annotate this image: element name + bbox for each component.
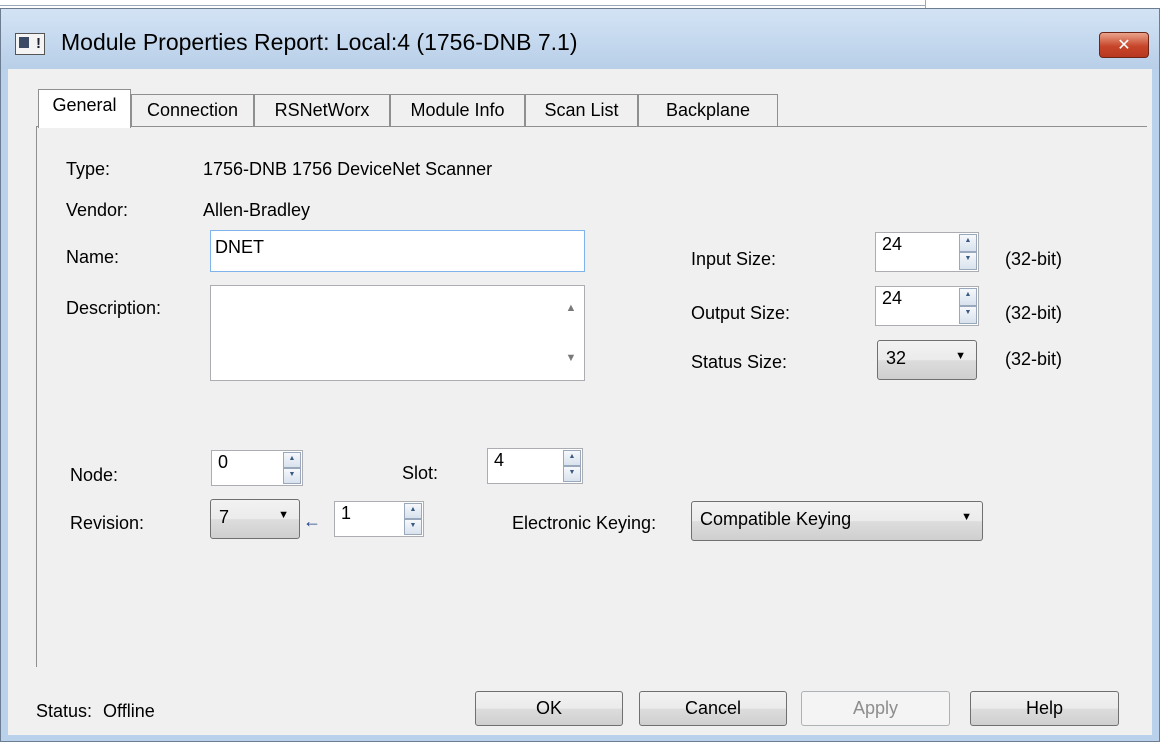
tab-rsnetworx[interactable]: RSNetWorx	[254, 94, 390, 126]
dialog-client-area: General Connection RSNetWorx Module Info…	[8, 69, 1152, 735]
status-indicator: Status: Offline	[36, 701, 155, 722]
module-properties-dialog: ! Module Properties Report: Local:4 (175…	[0, 8, 1160, 742]
input-size-label: Input Size:	[691, 249, 777, 269]
tab-module-info[interactable]: Module Info	[390, 94, 525, 126]
revision-major-value: 7	[219, 507, 230, 527]
spin-up-icon[interactable]: ▲	[404, 503, 422, 519]
revision-minor-value: 1	[341, 503, 352, 523]
help-button[interactable]: Help	[970, 691, 1119, 726]
tab-connection[interactable]: Connection	[131, 94, 254, 126]
output-size-unit: (32-bit)	[1005, 303, 1063, 323]
spin-up-icon[interactable]: ▲	[563, 450, 581, 466]
spin-up-icon[interactable]: ▲	[283, 452, 301, 468]
tab-scan-list[interactable]: Scan List	[525, 94, 638, 126]
output-size-spinner[interactable]: 24 ▲ ▼	[875, 286, 979, 326]
ok-button[interactable]: OK	[475, 691, 623, 726]
status-value: Offline	[103, 701, 155, 721]
close-icon[interactable]: ✕	[1099, 32, 1149, 58]
revision-label: Revision:	[70, 513, 145, 533]
description-textarea[interactable]: ▲ ▼	[210, 285, 585, 381]
output-size-value: 24	[882, 288, 903, 308]
spin-down-icon[interactable]: ▼	[959, 306, 977, 324]
slot-value: 4	[494, 450, 505, 470]
title-bar[interactable]: ! Module Properties Report: Local:4 (175…	[1, 9, 1159, 69]
cancel-button[interactable]: Cancel	[639, 691, 787, 726]
chevron-down-icon: ▼	[278, 509, 289, 521]
status-size-label: Status Size:	[691, 352, 788, 372]
window-title: Module Properties Report: Local:4 (1756-…	[61, 29, 578, 55]
node-label: Node:	[70, 465, 119, 485]
status-size-value: 32	[886, 348, 907, 368]
slot-label: Slot:	[402, 463, 439, 483]
spin-up-icon[interactable]: ▲	[959, 288, 977, 306]
type-label: Type:	[66, 159, 111, 179]
scroll-up-icon[interactable]: ▲	[558, 302, 584, 314]
chevron-down-icon: ▼	[955, 350, 966, 362]
status-size-unit: (32-bit)	[1005, 349, 1063, 369]
module-window-icon: !	[15, 33, 45, 55]
slot-spinner[interactable]: 4 ▲ ▼	[487, 448, 583, 484]
background-strip	[0, 0, 1163, 8]
name-input-value: DNET	[215, 237, 264, 257]
chevron-down-icon: ▼	[961, 511, 972, 523]
tab-general[interactable]: General	[38, 89, 131, 128]
scroll-down-icon[interactable]: ▼	[558, 352, 584, 364]
tab-backplane[interactable]: Backplane	[638, 94, 778, 126]
general-tab-panel: Type: 1756-DNB 1756 DeviceNet Scanner Ve…	[36, 126, 1147, 667]
input-size-value: 24	[882, 234, 903, 254]
vendor-label: Vendor:	[66, 200, 129, 220]
electronic-keying-dropdown[interactable]: Compatible Keying ▼	[691, 501, 983, 541]
vendor-value: Allen-Bradley	[203, 200, 311, 220]
status-label: Status:	[36, 701, 93, 721]
spin-up-icon[interactable]: ▲	[959, 234, 977, 252]
status-size-dropdown[interactable]: 32 ▼	[877, 340, 977, 380]
spin-down-icon[interactable]: ▼	[404, 519, 422, 535]
description-label: Description:	[66, 298, 162, 318]
revision-minor-spinner[interactable]: 1 ▲ ▼	[334, 501, 424, 537]
spin-down-icon[interactable]: ▼	[959, 252, 977, 270]
spin-down-icon[interactable]: ▼	[563, 466, 581, 482]
node-spinner[interactable]: 0 ▲ ▼	[211, 450, 303, 486]
electronic-keying-value: Compatible Keying	[700, 509, 852, 529]
arrow-left-icon: ←	[303, 511, 321, 531]
input-size-unit: (32-bit)	[1005, 249, 1063, 269]
spin-down-icon[interactable]: ▼	[283, 468, 301, 484]
output-size-label: Output Size:	[691, 303, 791, 323]
description-scrollbar[interactable]: ▲ ▼	[558, 286, 584, 380]
electronic-keying-label: Electronic Keying:	[512, 513, 657, 533]
revision-major-dropdown[interactable]: 7 ▼	[210, 499, 300, 539]
input-size-spinner[interactable]: 24 ▲ ▼	[875, 232, 979, 272]
apply-button[interactable]: Apply	[801, 691, 950, 726]
name-input[interactable]: DNET	[210, 230, 585, 272]
name-label: Name:	[66, 247, 120, 267]
type-value: 1756-DNB 1756 DeviceNet Scanner	[203, 159, 493, 179]
node-value: 0	[218, 452, 229, 472]
